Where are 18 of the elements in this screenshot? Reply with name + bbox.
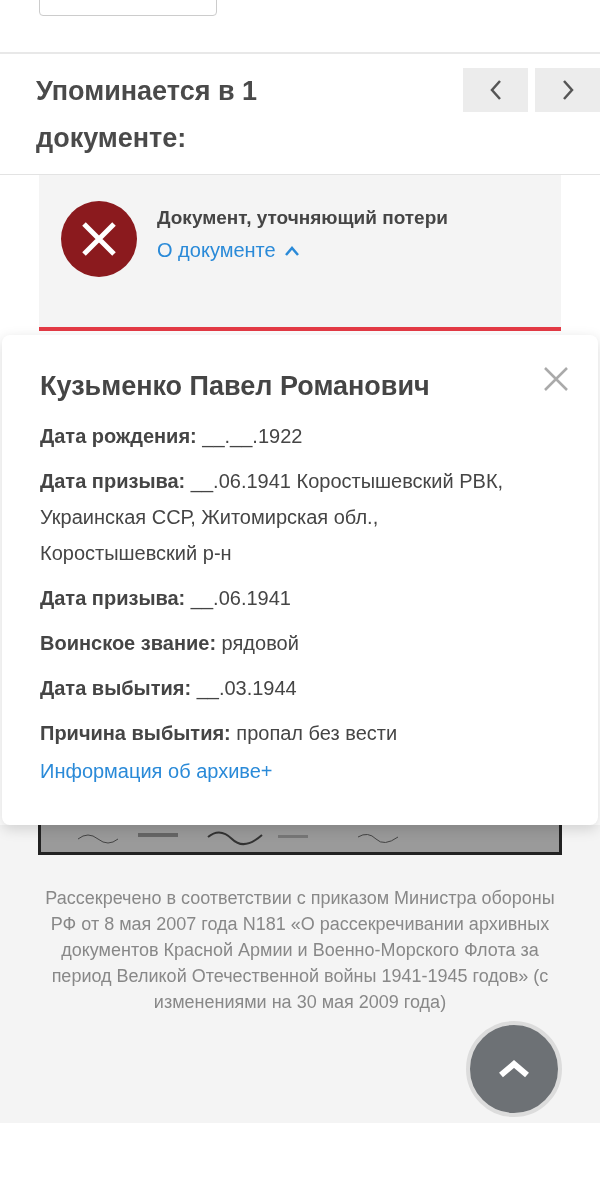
close-button[interactable] — [542, 365, 570, 393]
chevron-up-icon — [497, 1059, 531, 1079]
close-icon — [542, 365, 570, 393]
info-field: Дата рождения: __.__.1922 — [40, 418, 560, 454]
info-field: Дата выбытия: __.03.1944 — [40, 670, 560, 706]
person-name: Кузьменко Павел Романович — [40, 371, 431, 402]
section-title: Упоминается в 1 документе: — [36, 75, 259, 155]
previous-button[interactable] — [463, 68, 528, 112]
info-field: Дата призыва: __.06.1941 Коростышевский РВК, Украинская ССР, Житомирская обл., Коростышевский р-н — [40, 463, 560, 571]
document-title: Документ, уточняющий потери — [157, 207, 448, 229]
next-button[interactable] — [535, 68, 600, 112]
declassification-note: Рассекречено в соответствии с приказом Министра обороны РФ от 8 мая 2007 года N181 «О рассекречивании архивных документов Красной Армии и Военно-Морского Флота за период Великой Отечественной войны 1941-1945 годов» (с изменениями на 30 мая 2009 года) — [44, 887, 556, 1014]
info-field: Причина выбытия: пропал без вести — [40, 715, 560, 751]
cross-circle-icon — [61, 201, 137, 277]
info-field: Дата призыва: __.06.1941 — [40, 580, 560, 616]
info-field: Воинское звание: рядовой — [40, 625, 560, 661]
archive-info-link[interactable]: Информация об архиве+ — [40, 760, 273, 782]
about-document-link[interactable]: О документе — [157, 239, 300, 262]
